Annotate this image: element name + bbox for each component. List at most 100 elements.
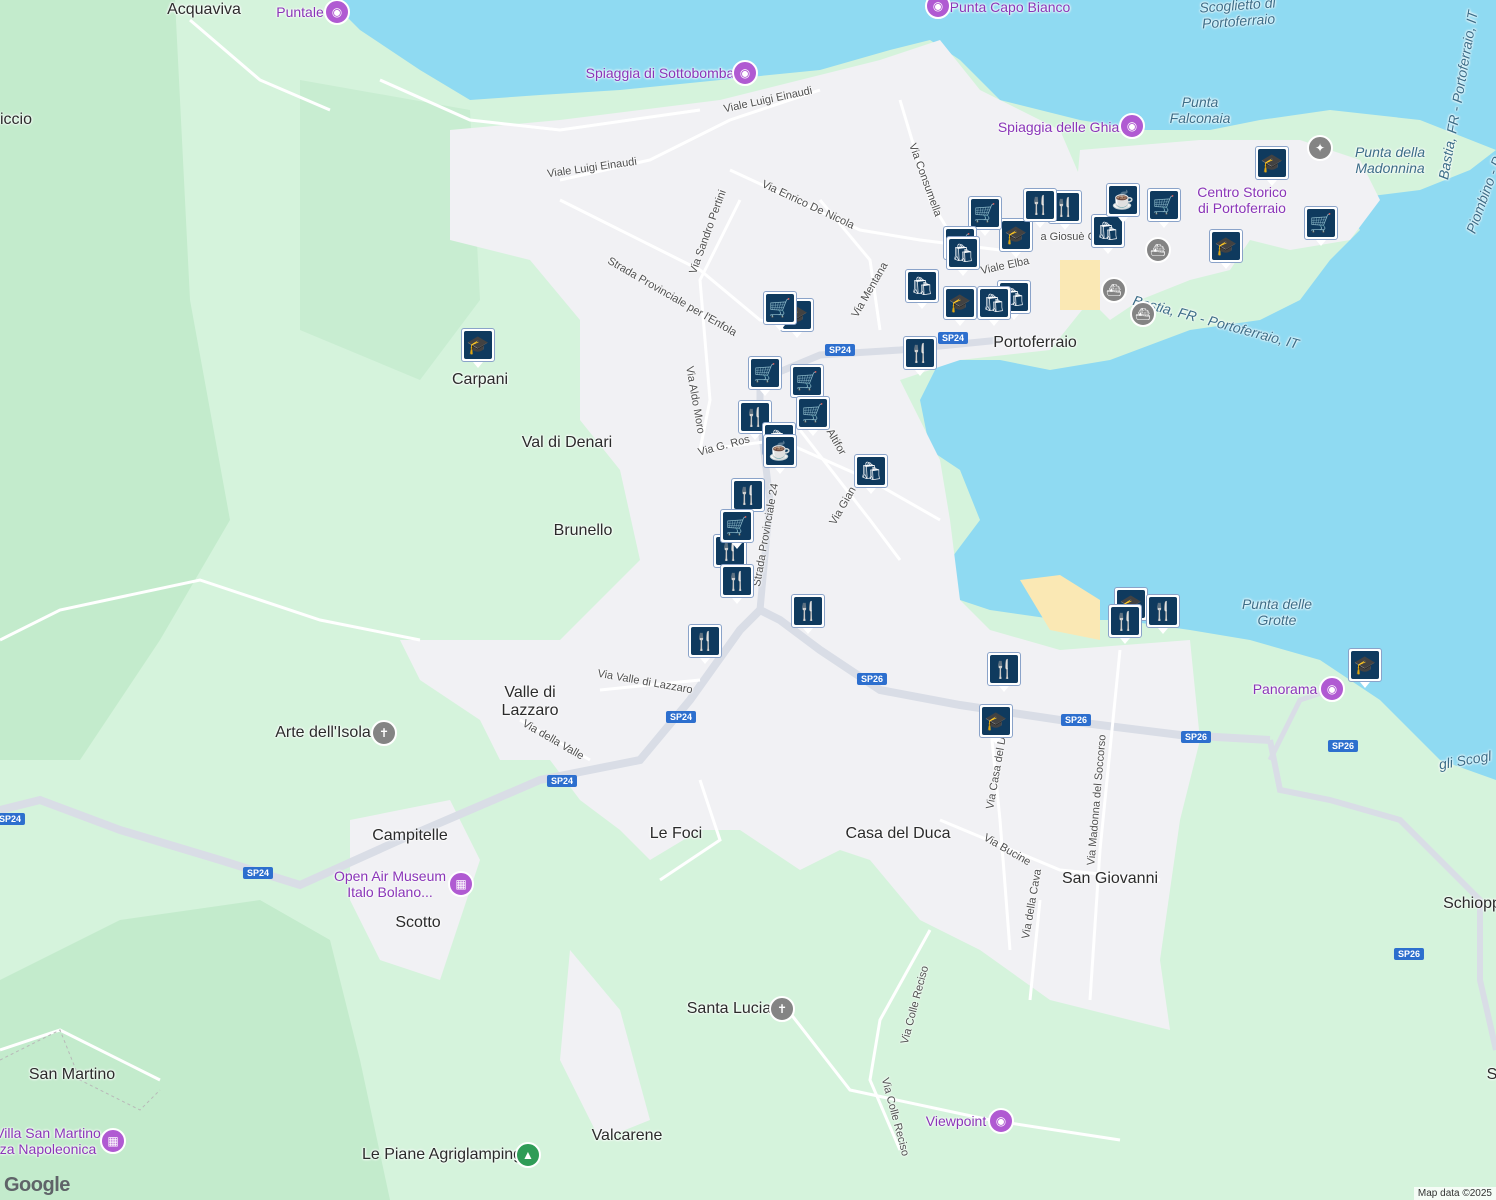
map-label-punta-falconaia: Punta Falconaia	[1169, 94, 1231, 126]
restaurant-icon: 🍴	[1149, 597, 1177, 625]
restaurant-marker[interactable]: 🍴	[720, 564, 754, 604]
restaurant-icon: 🍴	[990, 655, 1018, 683]
school-icon: 🎓	[1002, 221, 1030, 249]
map-label-panorama[interactable]: Panorama	[1253, 681, 1318, 697]
road-shield-sp24: SP24	[665, 711, 697, 723]
shopping-marker[interactable]: 🛍	[977, 286, 1011, 326]
shopping-icon: 🛍	[857, 457, 885, 485]
map-label-iccio: iccio	[0, 111, 33, 128]
shopping-icon: 🛍	[980, 289, 1008, 317]
map-label-viewpoint[interactable]: Viewpoint	[926, 1113, 986, 1129]
restaurant-marker[interactable]: 🍴	[1108, 604, 1142, 644]
shopping-marker[interactable]: 🛍	[854, 454, 888, 494]
grocery-marker[interactable]: 🛒	[796, 396, 830, 436]
road-shield-sp26: SP26	[1327, 740, 1359, 752]
map-label-san-giovanni: San Giovanni	[1061, 870, 1159, 887]
grocery-icon: 🛒	[971, 199, 999, 227]
ferry-icon[interactable]: ⛴	[1145, 237, 1171, 263]
map-label-villa-san-martino[interactable]: Villa San Martino za Napoleonica	[0, 1125, 101, 1157]
camera-icon[interactable]: ◉	[1319, 676, 1345, 702]
restaurant-marker[interactable]: 🍴	[903, 336, 937, 376]
grocery-marker[interactable]: 🛒	[1147, 188, 1181, 228]
cafe-marker[interactable]: ☕	[1106, 183, 1140, 223]
school-marker[interactable]: 🎓	[943, 286, 977, 326]
map-label-scotto: Scotto	[395, 914, 441, 931]
map-label-spiaggia-sottobomba[interactable]: Spiaggia di Sottobomba	[586, 65, 735, 81]
school-marker[interactable]: 🎓	[461, 328, 495, 368]
map-label-carpani: Carpani	[451, 371, 509, 388]
shopping-marker[interactable]: 🛍	[946, 236, 980, 276]
camera-icon[interactable]: ◉	[1119, 113, 1145, 139]
map-label-brunello: Brunello	[553, 522, 613, 539]
landmark-icon[interactable]: ✦	[1307, 135, 1333, 161]
road-shield-sp24: SP24	[0, 813, 26, 825]
school-marker[interactable]: 🎓	[1348, 648, 1382, 688]
map-label-centro-storico[interactable]: Centro Storico di Portoferraio	[1197, 184, 1286, 216]
cafe-marker[interactable]: ☕	[763, 434, 797, 474]
restaurant-icon: 🍴	[794, 597, 822, 625]
grocery-icon: 🛒	[723, 512, 751, 540]
church-icon[interactable]: ✝	[769, 996, 795, 1022]
school-marker[interactable]: 🎓	[979, 704, 1013, 744]
map-label-punta-madonnina: Punta della Madonnina	[1354, 144, 1426, 176]
map-label-puntale[interactable]: Puntale	[276, 4, 323, 20]
map-label-arte-isola: Arte dell'Isola	[275, 724, 371, 741]
camera-icon[interactable]: ◉	[988, 1108, 1014, 1134]
campground-icon[interactable]: ▲	[515, 1142, 541, 1168]
grocery-icon: 🛒	[793, 367, 821, 395]
school-icon: 🎓	[1351, 651, 1379, 679]
ferry-icon[interactable]: ⛴	[1101, 277, 1127, 303]
camera-icon[interactable]: ◉	[732, 60, 758, 86]
restaurant-marker[interactable]: 🍴	[688, 624, 722, 664]
grocery-marker[interactable]: 🛒	[763, 291, 797, 331]
map-label-via-giosue: a Giosuè C	[1040, 231, 1096, 243]
grocery-marker[interactable]: 🛒	[748, 356, 782, 396]
map-label-campitelle: Campitelle	[372, 827, 448, 844]
shopping-icon: 🛍	[949, 239, 977, 267]
road-shield-sp26: SP26	[856, 673, 888, 685]
ferry-icon[interactable]: ⛴	[1130, 301, 1156, 327]
grocery-marker[interactable]: 🛒	[1304, 206, 1338, 246]
google-logo: Google	[4, 1174, 70, 1196]
map-label-val-di-denari: Val di Denari	[521, 434, 613, 451]
shopping-marker[interactable]: 🛍	[905, 269, 939, 309]
restaurant-icon: 🍴	[1026, 191, 1054, 219]
grocery-icon: 🛒	[751, 359, 779, 387]
map-label-s-edge: S	[1486, 1066, 1496, 1083]
map-label-spiaggia-ghiaie[interactable]: Spiaggia delle Ghiaie	[998, 119, 1130, 135]
map-label-acquaviva: Acquaviva	[167, 1, 241, 18]
grocery-icon: 🛒	[799, 399, 827, 427]
museum-icon[interactable]: ▦	[448, 871, 474, 897]
map-label-valle-lazzaro: Valle di Lazzaro	[501, 684, 559, 719]
grocery-icon: 🛒	[1307, 209, 1335, 237]
map-label-scoglietto: Scoglietto di Portoferraio	[1198, 0, 1277, 32]
map-canvas[interactable]: Acquaviva Puntale Punta Capo Bianco Scoglie…	[0, 0, 1496, 1200]
school-marker[interactable]: 🎓	[1209, 229, 1243, 269]
school-marker[interactable]: 🎓	[1255, 146, 1289, 186]
museum-icon[interactable]: ▦	[100, 1128, 126, 1154]
map-label-valcarene: Valcarene	[591, 1127, 663, 1144]
road-shield-sp26: SP26	[1180, 731, 1212, 743]
shopping-icon: 🛍	[908, 272, 936, 300]
map-label-open-air-museum[interactable]: Open Air Museum Italo Bolano...	[334, 868, 446, 900]
map-label-le-foci: Le Foci	[649, 825, 703, 842]
grocery-icon: 🛒	[1150, 191, 1178, 219]
restaurant-marker[interactable]: 🍴	[791, 594, 825, 634]
restaurant-icon: 🍴	[723, 567, 751, 595]
map-attribution: Map data ©2025	[1413, 1187, 1496, 1200]
map-label-san-martino: San Martino	[28, 1066, 116, 1083]
grocery-marker[interactable]: 🛒	[790, 364, 824, 404]
map-label-casa-del-duca: Casa del Duca	[845, 825, 951, 842]
church-icon[interactable]: ✝	[371, 720, 397, 746]
map-label-punta-capo-bianco[interactable]: Punta Capo Bianco	[950, 0, 1071, 15]
map-label-punta-grotte: Punta delle Grotte	[1241, 596, 1313, 628]
grocery-marker[interactable]: 🛒	[720, 509, 754, 549]
map-label-schiopp: Schiopp	[1443, 895, 1496, 912]
restaurant-icon: 🍴	[691, 627, 719, 655]
restaurant-marker[interactable]: 🍴	[987, 652, 1021, 692]
cafe-icon: ☕	[1109, 186, 1137, 214]
camera-icon[interactable]: ◉	[324, 0, 350, 25]
restaurant-marker[interactable]: 🍴	[1146, 594, 1180, 634]
road-shield-sp26: SP26	[1060, 714, 1092, 726]
restaurant-marker[interactable]: 🍴	[1023, 188, 1057, 228]
